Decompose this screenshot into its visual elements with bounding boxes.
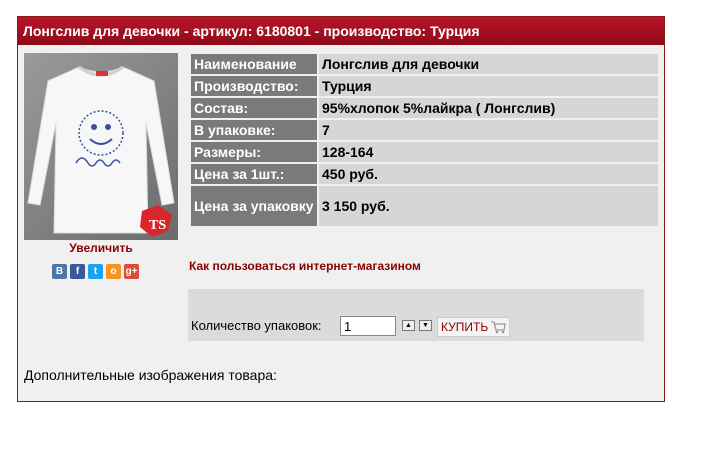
extra-images-label: Дополнительные изображения товара:	[24, 367, 277, 383]
property-name: Состав:	[191, 98, 317, 118]
help-link[interactable]: Как пользоваться интернет-магазином	[189, 259, 421, 273]
twitter-icon[interactable]: t	[88, 264, 103, 279]
cart-icon	[491, 321, 506, 334]
product-photo[interactable]: TS	[24, 53, 178, 240]
vk-icon[interactable]: В	[52, 264, 67, 279]
svg-text:TS: TS	[149, 218, 166, 233]
property-value: Турция	[319, 76, 658, 96]
google-plus-icon[interactable]: g+	[124, 264, 139, 279]
shirt-image: TS	[27, 65, 175, 237]
table-row: Цена за упаковку 3 150 руб.	[191, 186, 658, 226]
property-value: 128-164	[319, 142, 658, 162]
buy-label: КУПИТЬ	[441, 320, 489, 334]
product-card: Лонгслив для девочки - артикул: 6180801 …	[17, 16, 665, 402]
table-row: Состав: 95%хлопок 5%лайкра ( Лонгслив)	[191, 98, 658, 118]
property-name: В упаковке:	[191, 120, 317, 140]
buy-button[interactable]: КУПИТЬ	[437, 317, 511, 337]
quantity-label: Количество упаковок:	[191, 318, 322, 333]
property-name: Цена за 1шт.:	[191, 164, 317, 184]
decrement-arrow-icon[interactable]: ▼	[419, 320, 432, 331]
property-name: Цена за упаковку	[191, 186, 317, 226]
property-name: Размеры:	[191, 142, 317, 162]
property-value: 3 150 руб.	[319, 186, 658, 226]
table-row: В упаковке: 7	[191, 120, 658, 140]
property-name: Производство:	[191, 76, 317, 96]
table-row: Производство: Турция	[191, 76, 658, 96]
property-value: 450 руб.	[319, 164, 658, 184]
table-row: Наименование Лонгслив для девочки	[191, 54, 658, 74]
property-name: Наименование	[191, 54, 317, 74]
property-value: 95%хлопок 5%лайкра ( Лонгслив)	[319, 98, 658, 118]
facebook-icon[interactable]: f	[70, 264, 85, 279]
order-panel: Количество упаковок: ▲ ▼ КУПИТЬ	[188, 289, 644, 341]
enlarge-link[interactable]: Увеличить	[24, 241, 178, 255]
product-title: Лонгслив для девочки - артикул: 6180801 …	[18, 17, 664, 45]
social-share: В f t о g+	[52, 264, 139, 279]
table-row: Размеры: 128-164	[191, 142, 658, 162]
table-row: Цена за 1шт.: 450 руб.	[191, 164, 658, 184]
quantity-input[interactable]	[340, 316, 396, 336]
increment-arrow-icon[interactable]: ▲	[402, 320, 415, 331]
property-value: Лонгслив для девочки	[319, 54, 658, 74]
product-properties-table: Наименование Лонгслив для девочки Произв…	[189, 52, 660, 228]
odnoklassniki-icon[interactable]: о	[106, 264, 121, 279]
property-value: 7	[319, 120, 658, 140]
